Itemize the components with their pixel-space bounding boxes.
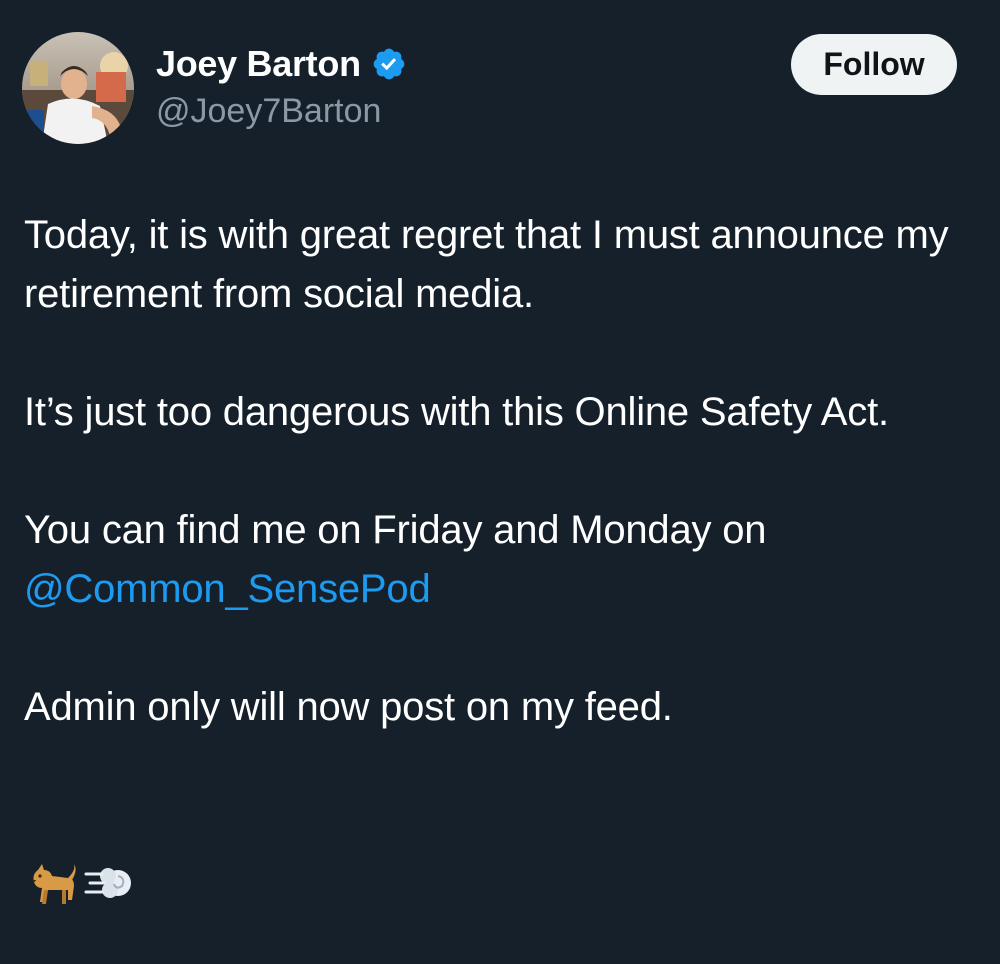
dash-icon	[82, 856, 136, 915]
avatar-photo-icon	[22, 32, 134, 144]
tweet-paragraph: You can find me on Friday and Monday on @…	[24, 501, 974, 619]
mention-link[interactable]: @Common_SensePod	[24, 567, 431, 611]
author-handle[interactable]: @Joey7Barton	[156, 92, 407, 131]
display-name-row: Joey Barton	[156, 42, 407, 86]
tweet-card: Joey Barton @Joey7Barton Follow Today, i…	[0, 0, 1000, 964]
dog-icon	[24, 856, 78, 915]
verified-badge-icon[interactable]	[371, 46, 407, 82]
emoji-row	[24, 855, 136, 915]
tweet-paragraph: Admin only will now post on my feed.	[24, 685, 673, 729]
follow-button[interactable]: Follow	[791, 34, 957, 95]
tweet-paragraph: Today, it is with great regret that I mu…	[24, 213, 949, 316]
avatar[interactable]	[22, 32, 134, 144]
display-name[interactable]: Joey Barton	[156, 43, 361, 85]
tweet-header: Joey Barton @Joey7Barton Follow	[22, 32, 962, 144]
tweet-text: Today, it is with great regret that I mu…	[24, 206, 974, 796]
author-names: Joey Barton @Joey7Barton	[156, 42, 407, 131]
tweet-paragraph-text: You can find me on Friday and Monday on	[24, 508, 767, 552]
tweet-paragraph: It’s just too dangerous with this Online…	[24, 390, 889, 434]
